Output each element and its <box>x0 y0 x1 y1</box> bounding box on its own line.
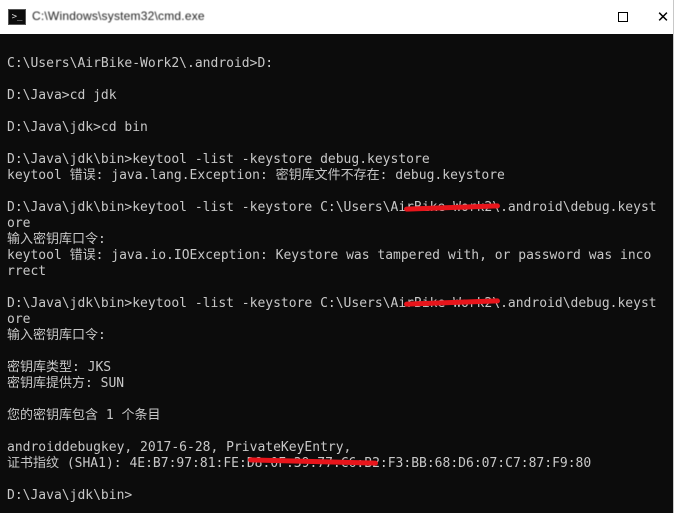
console-line: D:\Java\jdk\bin>keytool -list -keystore … <box>7 296 657 311</box>
console-line: D:\Java\jdk\bin>keytool -list -keystore … <box>7 152 430 167</box>
console-line: D:\Java\jdk\bin>keytool -list -keystore … <box>7 200 657 215</box>
window-title: C:\Windows\system32\cmd.exe <box>32 9 205 23</box>
console-line: C:\Users\AirBike-Work2\.android>D: <box>7 56 274 71</box>
console-line: 输入密钥库口令: <box>7 328 106 343</box>
console-line: ore <box>7 216 31 231</box>
cmd-window: >_ C:\Windows\system32\cmd.exe ✕ C:\User… <box>0 0 674 513</box>
console-line: 您的密钥库包含 1 个条目 <box>7 408 161 423</box>
maximize-button[interactable] <box>612 6 634 28</box>
console-line: keytool 错误: java.lang.Exception: 密钥库文件不存… <box>7 168 505 183</box>
console-line: ore <box>7 312 31 327</box>
console-line: 密钥库提供方: SUN <box>7 376 125 391</box>
console-line: androiddebugkey, 2017-6-28, PrivateKeyEn… <box>7 440 352 455</box>
console-line: keytool 错误: java.io.IOException: Keystor… <box>7 248 652 263</box>
maximize-icon <box>618 12 628 22</box>
terminal-icon: >_ <box>8 9 26 25</box>
title-bar[interactable]: >_ C:\Windows\system32\cmd.exe ✕ <box>0 0 673 34</box>
close-button[interactable]: ✕ <box>652 6 674 28</box>
console-line: 输入密钥库口令: <box>7 232 106 247</box>
console-line: D:\Java\jdk>cd bin <box>7 120 148 135</box>
console-line: D:\Java>cd jdk <box>7 88 117 103</box>
console-line: D:\Java\jdk\bin> <box>7 488 133 503</box>
console-line: rrect <box>7 264 47 279</box>
console-line: 密钥库类型: JKS <box>7 360 112 375</box>
console-output[interactable]: C:\Users\AirBike-Work2\.android>D: D:\Jav… <box>7 40 673 513</box>
